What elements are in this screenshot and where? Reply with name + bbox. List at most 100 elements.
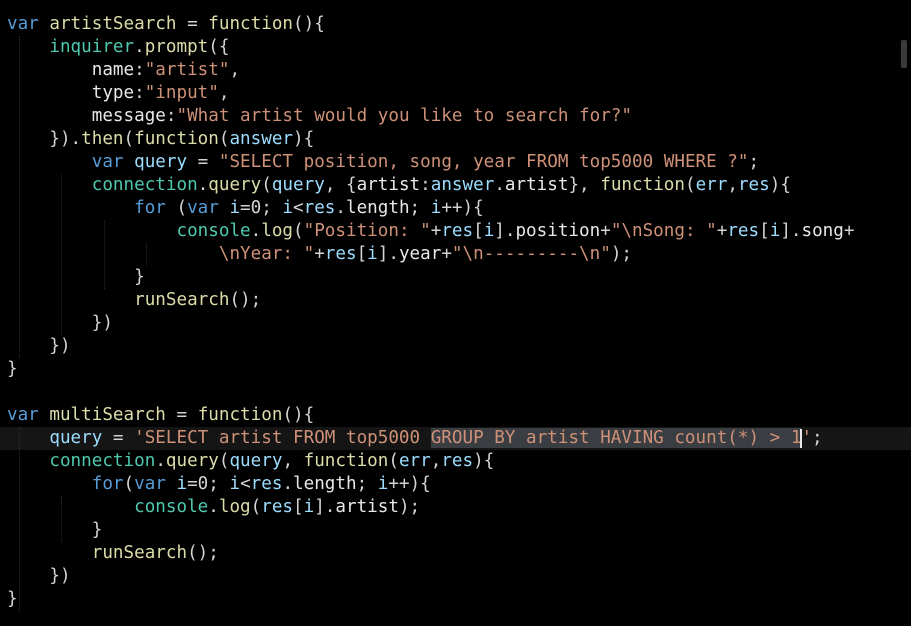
- code-line[interactable]: for (var i=0; i<res.length; i++){: [7, 197, 484, 220]
- code-token: res: [441, 451, 474, 471]
- code-token: connection: [91, 175, 198, 195]
- code-token: i: [229, 198, 241, 218]
- code-token: artist: [504, 175, 569, 195]
- code-line[interactable]: for(var i=0; i<res.length; i++){: [7, 473, 431, 496]
- code-token: +: [600, 221, 611, 241]
- code-token: i: [229, 474, 241, 494]
- code-token: }: [7, 589, 18, 609]
- code-line[interactable]: var artistSearch = function(){: [7, 13, 325, 36]
- code-token: ].: [780, 221, 802, 241]
- code-line[interactable]: console.log(res[i].artist);: [7, 496, 420, 519]
- code-line[interactable]: }: [7, 519, 103, 542]
- code-line[interactable]: }: [7, 358, 18, 381]
- code-token: ;: [812, 428, 823, 448]
- code-token: "\n---------\n": [451, 244, 611, 264]
- code-token: var: [187, 198, 219, 218]
- code-token: <: [240, 474, 251, 494]
- code-token: ;: [409, 198, 431, 218]
- code-token: ++){: [441, 198, 484, 218]
- code-token: err: [695, 175, 728, 195]
- code-token: then: [81, 129, 124, 149]
- code-token: var: [7, 405, 39, 425]
- code-token: }: [134, 267, 145, 287]
- code-token: );: [398, 497, 421, 517]
- code-line[interactable]: name:"artist",: [7, 59, 240, 82]
- code-token: (: [218, 129, 230, 149]
- code-token: function: [197, 405, 283, 425]
- code-token: function: [303, 451, 389, 471]
- code-token: "\nSong: ": [610, 221, 717, 241]
- code-token: "input": [144, 83, 219, 103]
- code-line[interactable]: }): [7, 312, 113, 335]
- indent-guide: [103, 220, 105, 289]
- code-token: .: [208, 497, 219, 517]
- code-token: var: [7, 14, 39, 34]
- code-token: +: [716, 221, 728, 241]
- code-token: i: [282, 198, 294, 218]
- code-token: }): [49, 566, 71, 586]
- code-token: err: [398, 451, 431, 471]
- code-token: "Position: ": [303, 221, 431, 241]
- code-token: .: [250, 221, 262, 241]
- code-token: ){: [473, 451, 495, 471]
- code-token: year: [398, 244, 442, 264]
- code-token: inquirer: [49, 37, 135, 57]
- code-line[interactable]: runSearch();: [7, 542, 219, 565]
- code-line[interactable]: }: [7, 588, 18, 611]
- code-token: res: [250, 474, 283, 494]
- code-token: res: [737, 175, 770, 195]
- code-token: runSearch: [134, 290, 230, 310]
- current-code-line[interactable]: query = 'SELECT artist FROM top5000 GROU…: [0, 427, 911, 450]
- scrollbar-marker[interactable]: [901, 40, 907, 68]
- code-line[interactable]: }).then(function(answer){: [7, 128, 314, 151]
- code-line[interactable]: }: [7, 266, 145, 289]
- code-token: ': [801, 428, 813, 448]
- code-line[interactable]: message:"What artist would you like to s…: [7, 105, 632, 128]
- code-token: <: [293, 198, 304, 218]
- code-token: (){: [293, 14, 325, 34]
- indent-guide: [61, 496, 63, 542]
- code-token: =: [102, 428, 135, 448]
- code-editor[interactable]: var artistSearch = function(){ inquirer.…: [0, 0, 911, 626]
- code-line[interactable]: runSearch();: [7, 289, 261, 312]
- code-line[interactable]: connection.query(query, {artist:answer.a…: [7, 174, 791, 197]
- code-token: "artist": [144, 60, 230, 80]
- code-token: message: [91, 106, 166, 126]
- code-token: length: [293, 474, 357, 494]
- code-token: (: [250, 497, 262, 517]
- code-token: [: [473, 221, 484, 241]
- code-token: +: [843, 221, 855, 241]
- code-token: function: [600, 175, 685, 195]
- code-line[interactable]: var query = "SELECT position, song, year…: [7, 151, 759, 174]
- code-token: +: [441, 244, 452, 264]
- selected-text: GROUP BY artist HAVING count(*) > 1: [430, 428, 802, 448]
- code-line[interactable]: connection.query(query, function(err,res…: [7, 450, 494, 473]
- code-token: +: [314, 244, 325, 264]
- code-token: (: [293, 221, 304, 241]
- code-line[interactable]: var multiSearch = function(){: [7, 404, 314, 427]
- code-token: , {: [324, 175, 357, 195]
- code-token: (){: [282, 405, 315, 425]
- code-line[interactable]: \nYear: "+res[i].year+"\n---------\n");: [7, 243, 632, 266]
- code-token: query: [49, 428, 103, 448]
- code-line[interactable]: }): [7, 335, 70, 358]
- code-line[interactable]: console.log("Position: "+res[i].position…: [7, 220, 854, 243]
- code-token: song: [801, 221, 844, 241]
- code-token: i: [303, 497, 315, 517]
- code-token: =0;: [240, 198, 283, 218]
- code-token: :: [165, 106, 177, 126]
- code-token: [: [293, 497, 304, 517]
- code-token: (: [685, 175, 696, 195]
- code-line[interactable]: inquirer.prompt({: [7, 36, 229, 59]
- code-token: ,: [218, 83, 230, 103]
- code-token: ){: [293, 129, 315, 149]
- code-token: ,: [229, 60, 241, 80]
- code-line[interactable]: }): [7, 565, 71, 588]
- code-line[interactable]: type:"input",: [7, 82, 230, 105]
- code-token: position: [515, 221, 601, 241]
- code-token: ].: [494, 221, 516, 241]
- code-token: +: [430, 221, 442, 241]
